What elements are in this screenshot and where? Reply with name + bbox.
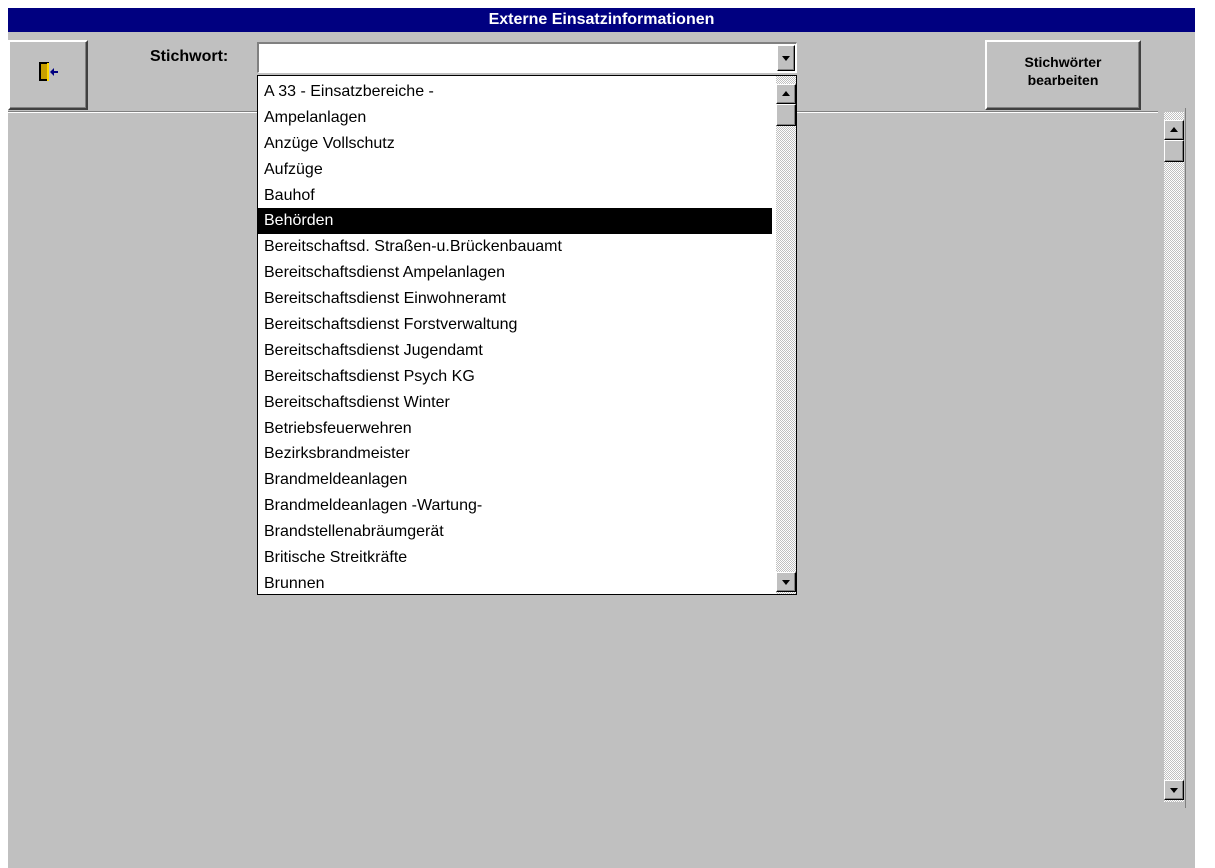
dropdown-item[interactable]: Bereitschaftsd. Straßen-u.Brückenbauamt: [258, 234, 772, 260]
arrow-up-icon: [1170, 127, 1178, 132]
form-right-border: [1185, 108, 1186, 808]
dropdown-item[interactable]: Brandstellenabräumgerät: [258, 519, 772, 545]
dropdown-scroll-thumb[interactable]: [776, 104, 796, 126]
keyword-dropdown-list[interactable]: A 33 - Einsatzbereiche - Ampelanlagen Anzü…: [257, 75, 797, 595]
edit-keywords-label-line1: Stichwörter: [1024, 54, 1102, 70]
keyword-combobox[interactable]: [257, 42, 797, 73]
dropdown-scroll-up-button[interactable]: [776, 84, 796, 104]
exit-door-icon: [39, 62, 58, 81]
dropdown-item[interactable]: Brandmeldeanlagen: [258, 467, 772, 493]
form-scroll-thumb[interactable]: [1164, 140, 1184, 162]
form-scroll-up-button[interactable]: [1164, 120, 1184, 140]
dropdown-item[interactable]: Bereitschaftsdienst Winter: [258, 390, 772, 416]
edit-keywords-label-line2: bearbeiten: [1027, 72, 1099, 88]
dropdown-item[interactable]: Bezirksbrandmeister: [258, 441, 772, 467]
dropdown-items: A 33 - Einsatzbereiche - Ampelanlagen Anzü…: [258, 79, 772, 594]
dropdown-item[interactable]: Behörden: [258, 208, 772, 235]
form-scroll-down-button[interactable]: [1164, 780, 1184, 800]
combobox-dropdown-button[interactable]: [777, 45, 795, 71]
dropdown-item[interactable]: Brunnen: [258, 571, 772, 594]
chevron-down-icon: [782, 56, 790, 61]
dropdown-item[interactable]: Anzüge Vollschutz: [258, 131, 772, 157]
edit-keywords-button[interactable]: Stichwörter bearbeiten: [985, 40, 1141, 110]
dropdown-item[interactable]: Bereitschaftsdienst Einwohneramt: [258, 286, 772, 312]
dropdown-scrollbar[interactable]: [776, 76, 796, 594]
keyword-label: Stichwort:: [150, 48, 229, 65]
dropdown-item[interactable]: Britische Streitkräfte: [258, 545, 772, 571]
dropdown-item[interactable]: Bereitschaftsdienst Ampelanlagen: [258, 260, 772, 286]
form-scrollbar[interactable]: [1160, 112, 1188, 802]
app-window: Externe Einsatzinformationen Stichwort: …: [8, 8, 1195, 868]
arrow-up-icon: [782, 91, 790, 96]
dropdown-item[interactable]: A 33 - Einsatzbereiche -: [258, 79, 772, 105]
dropdown-item[interactable]: Aufzüge: [258, 157, 772, 183]
dropdown-scroll-down-button[interactable]: [776, 572, 796, 592]
window-title: Externe Einsatzinformationen: [8, 8, 1195, 32]
dropdown-item[interactable]: Bereitschaftsdienst Psych KG: [258, 364, 772, 390]
dropdown-item[interactable]: Bereitschaftsdienst Jugendamt: [258, 338, 772, 364]
dropdown-item[interactable]: Brandmeldeanlagen -Wartung-: [258, 493, 772, 519]
arrow-down-icon: [1170, 788, 1178, 793]
dropdown-item[interactable]: Betriebsfeuerwehren: [258, 416, 772, 442]
dropdown-item[interactable]: Bauhof: [258, 183, 772, 209]
dropdown-item[interactable]: Bereitschaftsdienst Forstverwaltung: [258, 312, 772, 338]
exit-button[interactable]: [8, 40, 88, 110]
form-scrollbar-track[interactable]: [1164, 112, 1184, 802]
dropdown-item[interactable]: Ampelanlagen: [258, 105, 772, 131]
arrow-down-icon: [782, 580, 790, 585]
